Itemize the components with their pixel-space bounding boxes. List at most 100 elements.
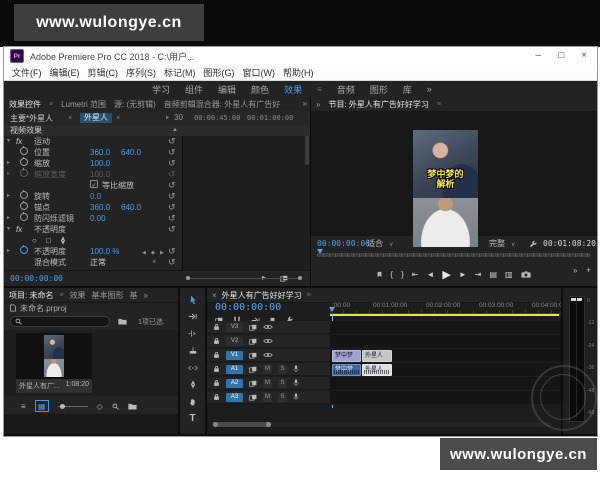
- reset-icon[interactable]: ↺: [168, 158, 176, 169]
- close-sequence-icon[interactable]: ×: [212, 291, 217, 300]
- caret-down-icon[interactable]: ▾: [7, 136, 10, 147]
- automate-to-sequence-button[interactable]: ◇: [97, 402, 103, 411]
- playback-resolution-select[interactable]: 完整: [489, 238, 505, 250]
- source-patch-icon[interactable]: [249, 352, 257, 359]
- chevron-down-icon[interactable]: ∨: [389, 239, 393, 251]
- play-button[interactable]: ▶: [442, 268, 450, 281]
- track-a3-lane[interactable]: [330, 391, 561, 405]
- track-name-a2[interactable]: A2: [226, 379, 243, 388]
- type-tool[interactable]: T: [180, 411, 205, 426]
- add-marker-button[interactable]: [377, 271, 382, 278]
- reset-icon[interactable]: ↺: [168, 180, 176, 191]
- track-name-a1[interactable]: A1: [226, 365, 243, 374]
- tab-overflow-icon[interactable]: »: [303, 99, 307, 108]
- video-clip-2[interactable]: 外星人: [362, 350, 392, 362]
- track-visibility-icon[interactable]: [263, 338, 273, 344]
- workspace-assembly[interactable]: 组件: [185, 83, 203, 96]
- lock-icon[interactable]: [213, 351, 220, 359]
- zoom-level-select[interactable]: 适合: [367, 238, 383, 250]
- menu-graphics[interactable]: 图形(G): [204, 66, 235, 79]
- new-bin-button[interactable]: [128, 403, 137, 410]
- lock-icon[interactable]: [213, 393, 220, 401]
- project-search-box[interactable]: [10, 316, 110, 327]
- reset-icon[interactable]: ↺: [168, 191, 176, 202]
- thumbnail-zoom-slider[interactable]: [58, 406, 88, 407]
- opacity-value[interactable]: 100.0 %: [90, 246, 119, 257]
- tab-program-monitor[interactable]: 节目: 外星人有广告好好学习: [328, 99, 428, 110]
- mute-button[interactable]: M: [263, 393, 272, 402]
- caret-down-icon[interactable]: ▾: [7, 224, 10, 235]
- reset-icon[interactable]: ↺: [168, 202, 176, 213]
- track-name-a3[interactable]: A3: [226, 393, 243, 402]
- position-y-value[interactable]: 640.0: [121, 147, 141, 158]
- source-patch-icon[interactable]: [249, 394, 257, 401]
- close-button[interactable]: ×: [581, 51, 587, 61]
- menu-marker[interactable]: 标记(M): [164, 66, 196, 79]
- track-v3-lane[interactable]: [330, 321, 561, 335]
- menu-clip[interactable]: 剪辑(C): [88, 66, 119, 79]
- program-scrubber[interactable]: [317, 253, 591, 257]
- uniform-scale-checkbox[interactable]: ✓: [90, 180, 98, 188]
- video-clip-1[interactable]: 梦中梦: [332, 350, 361, 362]
- collapse-icon[interactable]: ▲: [172, 125, 178, 136]
- chevron-down-icon[interactable]: ∨: [68, 114, 72, 121]
- fx-badge-icon[interactable]: fx: [16, 224, 22, 235]
- step-back-button[interactable]: ◄: [426, 270, 434, 279]
- chevron-down-icon[interactable]: ∨: [511, 239, 515, 251]
- ripple-edit-tool[interactable]: [180, 326, 205, 341]
- tab-effects[interactable]: 效果: [70, 290, 86, 301]
- stopwatch-icon[interactable]: [20, 213, 28, 221]
- pen-tool[interactable]: [180, 377, 205, 392]
- caret-right-icon[interactable]: ▸: [7, 246, 10, 257]
- track-a2-lane[interactable]: [330, 377, 561, 391]
- maximize-button[interactable]: □: [558, 51, 564, 61]
- minimize-button[interactable]: –: [536, 51, 542, 61]
- source-patch-icon[interactable]: [249, 338, 257, 345]
- anchor-y-value[interactable]: 640.0: [121, 202, 141, 213]
- stopwatch-icon[interactable]: [20, 158, 28, 166]
- keyframe-lane[interactable]: 外星人: [182, 125, 305, 270]
- tab-source-monitor[interactable]: 源: (无剪辑): [114, 99, 156, 110]
- lock-icon[interactable]: [213, 337, 220, 345]
- tab-sequence[interactable]: 外星人有广告好好学习: [222, 290, 302, 301]
- list-view-button[interactable]: ≡: [21, 402, 26, 411]
- slip-tool[interactable]: [180, 360, 205, 375]
- track-visibility-icon[interactable]: [263, 324, 273, 330]
- mute-button[interactable]: M: [263, 365, 272, 374]
- program-playhead[interactable]: [317, 249, 323, 254]
- button-editor-button[interactable]: +: [586, 265, 591, 275]
- time-ruler[interactable]: :00:00 00:01:00:00 00:02:00:00 00:03:00:…: [330, 301, 561, 314]
- bin-icon[interactable]: [118, 318, 127, 325]
- project-clip-card[interactable]: 外星人有广... 1:08:20: [16, 333, 92, 393]
- tab-lumetri-scopes[interactable]: Lumetri 范围: [61, 99, 106, 110]
- blend-mode-value[interactable]: 正常: [90, 257, 106, 268]
- track-name-v3[interactable]: V3: [226, 323, 243, 332]
- transport-overflow-button[interactable]: »: [573, 266, 577, 275]
- workspace-audio[interactable]: 音频: [337, 83, 355, 96]
- lift-button[interactable]: ▤: [489, 270, 497, 279]
- tab-essential-sound[interactable]: 基: [130, 290, 138, 301]
- reset-icon[interactable]: ↺: [168, 224, 176, 235]
- source-patch-icon[interactable]: [249, 380, 257, 387]
- workspace-graphics[interactable]: 图形: [370, 83, 388, 96]
- reset-icon[interactable]: ↺: [168, 213, 176, 224]
- solo-button[interactable]: S: [278, 393, 287, 402]
- ec-timecode[interactable]: 00:00:00:00: [10, 274, 63, 283]
- reset-icon[interactable]: ↺: [168, 246, 176, 257]
- caret-right-icon[interactable]: ▸: [7, 213, 10, 224]
- stopwatch-icon[interactable]: [20, 147, 28, 155]
- workspace-effects[interactable]: 效果: [284, 83, 302, 96]
- program-timecode[interactable]: 00:00:00:00: [317, 238, 370, 250]
- panel-menu-icon[interactable]: ≡: [437, 101, 441, 108]
- antiflicker-value[interactable]: 0.00: [90, 213, 106, 224]
- anchor-x-value[interactable]: 360.0: [90, 202, 110, 213]
- pen-mask-icon[interactable]: [60, 236, 66, 245]
- solo-button[interactable]: S: [278, 379, 287, 388]
- master-clip-label[interactable]: 主要*外星人: [10, 113, 53, 124]
- workspace-learning[interactable]: 学习: [152, 83, 170, 96]
- tab-essential-graphics[interactable]: 基本图形: [92, 290, 124, 301]
- rotation-value[interactable]: 0.0: [90, 191, 101, 202]
- icon-view-button[interactable]: ▦: [35, 400, 49, 412]
- track-name-v2[interactable]: V2: [226, 337, 243, 346]
- scale-value[interactable]: 100.0: [90, 158, 110, 169]
